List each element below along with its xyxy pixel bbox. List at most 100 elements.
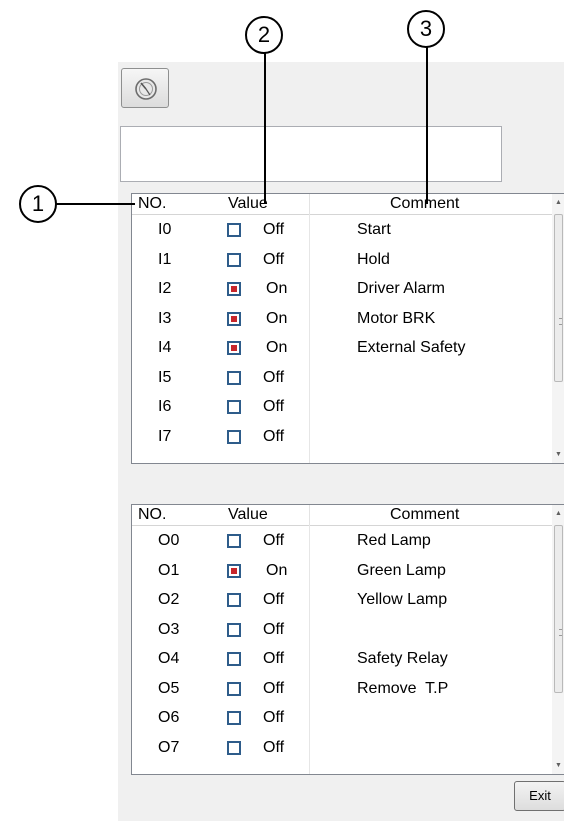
callout-3-leader <box>426 44 428 204</box>
table-row[interactable]: O7 Off <box>132 733 552 763</box>
scroll-thumb[interactable] <box>554 214 563 382</box>
row-comment: Start <box>357 221 391 238</box>
row-comment: External Safety <box>357 339 466 356</box>
table-row[interactable]: O3 Off <box>132 615 552 645</box>
row-number: O5 <box>158 679 180 697</box>
table-row[interactable]: I0 Off Start <box>132 215 552 245</box>
value-checkbox[interactable] <box>227 652 241 666</box>
value-checkbox[interactable] <box>227 534 241 548</box>
row-comment: Safety Relay <box>357 650 448 667</box>
value-state: On <box>266 339 288 356</box>
value-state: Off <box>263 221 285 238</box>
header-comment: Comment <box>390 506 460 523</box>
scroll-up-arrow-icon[interactable]: ▲ <box>555 510 562 517</box>
callout-2-leader <box>264 52 266 204</box>
input-table-scrollbar[interactable]: ▲ ▼ <box>552 194 564 463</box>
row-number: I0 <box>158 221 172 238</box>
value-state: On <box>266 561 288 579</box>
value-checkbox[interactable] <box>227 311 241 326</box>
table-row[interactable]: O2 Off Yellow Lamp <box>132 585 552 615</box>
table-row[interactable]: I2 On Driver Alarm <box>132 274 552 304</box>
output-table-header: NO. Value Comment <box>132 505 552 526</box>
value-checkbox[interactable] <box>227 282 241 296</box>
row-number: I5 <box>158 368 172 386</box>
scroll-down-arrow-icon[interactable]: ▼ <box>555 451 562 458</box>
table-row[interactable]: O5 Off Remove T.P <box>132 674 552 704</box>
callout-1-leader <box>55 203 135 205</box>
table-row[interactable]: I7 Off <box>132 422 552 452</box>
value-state: Off <box>263 427 285 445</box>
monitor-icon-button[interactable] <box>121 68 169 108</box>
message-textbox[interactable] <box>120 126 502 182</box>
row-comment: Green Lamp <box>357 561 446 579</box>
row-number: O6 <box>158 709 180 726</box>
header-value: Value <box>228 506 268 523</box>
value-checkbox[interactable] <box>227 681 241 696</box>
value-checkbox[interactable] <box>227 252 241 267</box>
row-number: O2 <box>158 591 180 608</box>
row-number: I3 <box>158 309 172 327</box>
table-row[interactable]: I5 Off <box>132 363 552 393</box>
value-state: Off <box>263 591 285 608</box>
value-state: Off <box>263 398 285 415</box>
scroll-thumb[interactable] <box>554 525 563 693</box>
table-row[interactable]: I1 Off Hold <box>132 245 552 275</box>
gauge-icon <box>135 78 157 100</box>
value-state: Off <box>263 679 285 697</box>
row-comment: Motor BRK <box>357 309 436 327</box>
row-number: O4 <box>158 650 180 667</box>
table-row[interactable]: O6 Off <box>132 703 552 733</box>
value-checkbox[interactable] <box>227 429 241 444</box>
callout-2: 2 <box>245 16 283 54</box>
value-checkbox[interactable] <box>227 563 241 578</box>
value-checkbox[interactable] <box>227 711 241 725</box>
table-row[interactable]: O4 Off Safety Relay <box>132 644 552 674</box>
value-state: Off <box>263 368 285 386</box>
value-checkbox[interactable] <box>227 341 241 355</box>
value-checkbox[interactable] <box>227 593 241 607</box>
value-checkbox[interactable] <box>227 370 241 385</box>
row-number: I7 <box>158 427 172 445</box>
value-state: Off <box>263 620 285 638</box>
row-number: O3 <box>158 620 180 638</box>
output-signal-table[interactable]: NO. Value Comment O0 Off Red Lamp O1 On Green… <box>131 504 564 775</box>
output-table-scrollbar[interactable]: ▲ ▼ <box>552 505 564 774</box>
header-no: NO. <box>138 506 167 523</box>
row-comment: Red Lamp <box>357 532 431 549</box>
value-state: On <box>266 280 288 297</box>
value-checkbox[interactable] <box>227 223 241 237</box>
row-comment: Hold <box>357 250 390 268</box>
value-state: Off <box>263 709 285 726</box>
row-comment: Yellow Lamp <box>357 591 448 608</box>
row-number: O7 <box>158 738 180 756</box>
row-number: I1 <box>158 250 172 268</box>
table-row[interactable]: O1 On Green Lamp <box>132 556 552 586</box>
table-row[interactable]: I4 On External Safety <box>132 333 552 363</box>
row-number: I2 <box>158 280 172 297</box>
value-state: On <box>266 309 288 327</box>
scroll-down-arrow-icon[interactable]: ▼ <box>555 762 562 769</box>
value-state: Off <box>263 532 285 549</box>
scroll-up-arrow-icon[interactable]: ▲ <box>555 199 562 206</box>
value-checkbox[interactable] <box>227 622 241 637</box>
row-comment: Driver Alarm <box>357 280 446 297</box>
header-value: Value <box>228 195 268 212</box>
row-number: I4 <box>158 339 172 356</box>
row-comment: Remove T.P <box>357 679 449 697</box>
value-state: Off <box>263 650 285 667</box>
table-row[interactable]: I6 Off <box>132 392 552 422</box>
value-state: Off <box>263 250 285 268</box>
header-no: NO. <box>138 195 167 212</box>
input-signal-table[interactable]: NO. Value Comment I0 Off Start I1 Off Hold I2 O… <box>131 193 564 464</box>
callout-1: 1 <box>19 185 57 223</box>
row-number: O1 <box>158 561 180 579</box>
value-checkbox[interactable] <box>227 400 241 414</box>
table-row[interactable]: O0 Off Red Lamp <box>132 526 552 556</box>
value-state: Off <box>263 738 285 756</box>
row-number: I6 <box>158 398 172 415</box>
table-row[interactable]: I3 On Motor BRK <box>132 304 552 334</box>
callout-3: 3 <box>407 10 445 48</box>
exit-button[interactable]: Exit <box>514 781 564 811</box>
input-table-header: NO. Value Comment <box>132 194 552 215</box>
value-checkbox[interactable] <box>227 740 241 755</box>
